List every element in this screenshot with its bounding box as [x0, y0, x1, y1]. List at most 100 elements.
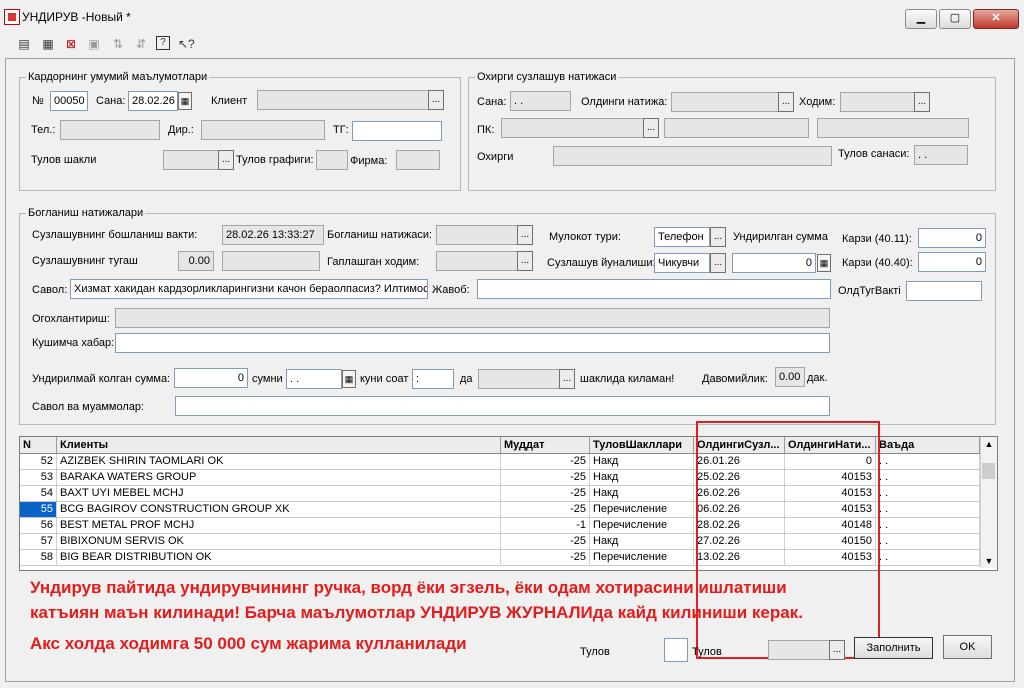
contact-result-field[interactable]	[436, 225, 518, 245]
cell-term[interactable]: -25	[501, 502, 590, 517]
cell-prev-result[interactable]: 0	[785, 454, 876, 469]
cell-prev-result[interactable]: 40150	[785, 534, 876, 549]
promise-calendar-icon[interactable]: ▦	[342, 370, 356, 388]
cell-term[interactable]: -25	[501, 486, 590, 501]
close-button[interactable]: ✕	[973, 9, 1019, 29]
clients-table[interactable]: N Клиенты Муддат ТуловШакллари ОлдингиСу…	[19, 436, 998, 571]
date-field[interactable]: 28.02.26	[128, 91, 178, 111]
problems-field[interactable]	[175, 396, 830, 416]
cell-client[interactable]: BCG BAGIROV CONSTRUCTION GROUP XK	[57, 502, 501, 517]
cell-client[interactable]: BIG BEAR DISTRIBUTION OK	[57, 550, 501, 565]
cell-promise[interactable]: . .	[876, 534, 980, 549]
payment-field[interactable]	[768, 640, 830, 660]
column-header-pay-form[interactable]: ТуловШакллари	[590, 437, 694, 453]
table-row[interactable]: 54 BAXT UYI MEBEL MCHJ -25 Накд 26.02.26 4015…	[20, 486, 980, 502]
uncollected-field[interactable]: 0	[174, 368, 248, 388]
new-icon[interactable]: ▤	[16, 36, 32, 52]
maximize-button[interactable]: ▢	[939, 9, 971, 29]
sort-desc-icon[interactable]: ⇵	[133, 36, 149, 52]
copy-icon[interactable]: ▣	[86, 36, 102, 52]
payment-checkbox[interactable]	[664, 638, 688, 662]
cell-prev-result[interactable]: 40153	[785, 550, 876, 565]
direction-field[interactable]: Чикувчи	[654, 253, 710, 273]
cell-client[interactable]: BARAKA WATERS GROUP	[57, 470, 501, 485]
cell-term[interactable]: -25	[501, 470, 590, 485]
delete-row-icon[interactable]: ⊠	[63, 36, 79, 52]
table-row[interactable]: 52 AZIZBEK SHIRIN TAOMLARI OK -25 Накд 26.01…	[20, 454, 980, 470]
add-row-icon[interactable]: ▦	[40, 36, 56, 52]
cell-prev-date[interactable]: 06.02.26	[694, 502, 785, 517]
spoken-staff-select-button[interactable]: ...	[517, 251, 533, 271]
pay-schedule-field[interactable]	[316, 150, 348, 170]
cell-promise[interactable]: . .	[876, 550, 980, 565]
sort-asc-icon[interactable]: ⇅	[110, 36, 126, 52]
cell-prev-date[interactable]: 25.02.26	[694, 470, 785, 485]
cell-client[interactable]: BEST METAL PROF MCHJ	[57, 518, 501, 533]
promise-date-field[interactable]: . .	[286, 369, 342, 389]
cell-n[interactable]: 55	[20, 502, 57, 517]
promise-time-field[interactable]: :	[412, 369, 454, 389]
ok-button[interactable]: OK	[943, 635, 992, 659]
table-row[interactable]: 53 BARAKA WATERS GROUP -25 Накд 25.02.26 4015…	[20, 470, 980, 486]
scroll-thumb[interactable]	[982, 463, 995, 479]
promise-form-select-button[interactable]: ...	[559, 369, 575, 389]
cell-n[interactable]: 57	[20, 534, 57, 549]
collected-field[interactable]: 0	[732, 253, 816, 273]
director-field[interactable]	[201, 120, 325, 140]
cell-term[interactable]: -25	[501, 454, 590, 469]
cell-client[interactable]: BAXT UYI MEBEL MCHJ	[57, 486, 501, 501]
meeting-type-select-button[interactable]: ...	[710, 227, 726, 247]
cell-term[interactable]: -25	[501, 534, 590, 549]
help-icon[interactable]: ?	[156, 36, 170, 50]
cell-prev-date[interactable]: 26.02.26	[694, 486, 785, 501]
number-field[interactable]: 00050	[50, 91, 88, 111]
last-call-date-field[interactable]: . .	[510, 91, 571, 111]
calendar-icon[interactable]: ▦	[178, 92, 192, 110]
cell-promise[interactable]: . .	[876, 502, 980, 517]
pay-date-field[interactable]: . .	[914, 145, 968, 165]
prev-result-field[interactable]	[671, 92, 779, 112]
cell-client[interactable]: AZIZBEK SHIRIN TAOMLARI OK	[57, 454, 501, 469]
column-header-n[interactable]: N	[20, 437, 57, 453]
cell-pay-form[interactable]: Накд	[590, 470, 694, 485]
payment-select-button[interactable]: ...	[829, 640, 845, 660]
cell-prev-date[interactable]: 26.01.26	[694, 454, 785, 469]
minimize-button[interactable]: ▁	[905, 9, 937, 29]
spoken-staff-field[interactable]	[436, 251, 518, 271]
cell-n[interactable]: 54	[20, 486, 57, 501]
cell-n[interactable]: 53	[20, 470, 57, 485]
cell-promise[interactable]: . .	[876, 470, 980, 485]
cell-pay-form[interactable]: Накд	[590, 454, 694, 469]
cell-term[interactable]: -25	[501, 550, 590, 565]
contact-result-select-button[interactable]: ...	[517, 225, 533, 245]
cell-prev-result[interactable]: 40153	[785, 486, 876, 501]
direction-select-button[interactable]: ...	[710, 253, 726, 273]
tg-field[interactable]	[352, 121, 442, 141]
tel-field[interactable]	[60, 120, 160, 140]
cell-n[interactable]: 58	[20, 550, 57, 565]
column-header-clients[interactable]: Клиенты	[57, 437, 501, 453]
client-select-button[interactable]: ...	[428, 90, 444, 110]
pay-form-select-button[interactable]: ...	[218, 150, 234, 170]
cell-promise[interactable]: . .	[876, 486, 980, 501]
last-field[interactable]	[553, 146, 832, 166]
cell-prev-date[interactable]: 13.02.26	[694, 550, 785, 565]
scroll-up-icon[interactable]: ▲	[981, 437, 997, 451]
cell-promise[interactable]: . .	[876, 518, 980, 533]
cell-pay-form[interactable]: Перечисление	[590, 550, 694, 565]
cell-prev-result[interactable]: 40148	[785, 518, 876, 533]
column-header-term[interactable]: Муддат	[501, 437, 590, 453]
cell-term[interactable]: -1	[501, 518, 590, 533]
fill-button[interactable]: Заполнить	[854, 637, 933, 659]
pay-form-field[interactable]	[163, 150, 219, 170]
column-header-promise[interactable]: Ваъда	[876, 437, 980, 453]
pk-extra-field-2[interactable]	[817, 118, 969, 138]
scroll-down-icon[interactable]: ▼	[981, 554, 997, 568]
promise-form-field[interactable]	[478, 369, 560, 389]
debt2-field[interactable]: 0	[918, 252, 986, 272]
prev-result-select-button[interactable]: ...	[778, 92, 794, 112]
cell-promise[interactable]: . .	[876, 454, 980, 469]
pointer-help-icon[interactable]: ↖?	[178, 36, 195, 52]
cell-prev-result[interactable]: 40153	[785, 470, 876, 485]
extra-message-field[interactable]	[115, 333, 830, 353]
